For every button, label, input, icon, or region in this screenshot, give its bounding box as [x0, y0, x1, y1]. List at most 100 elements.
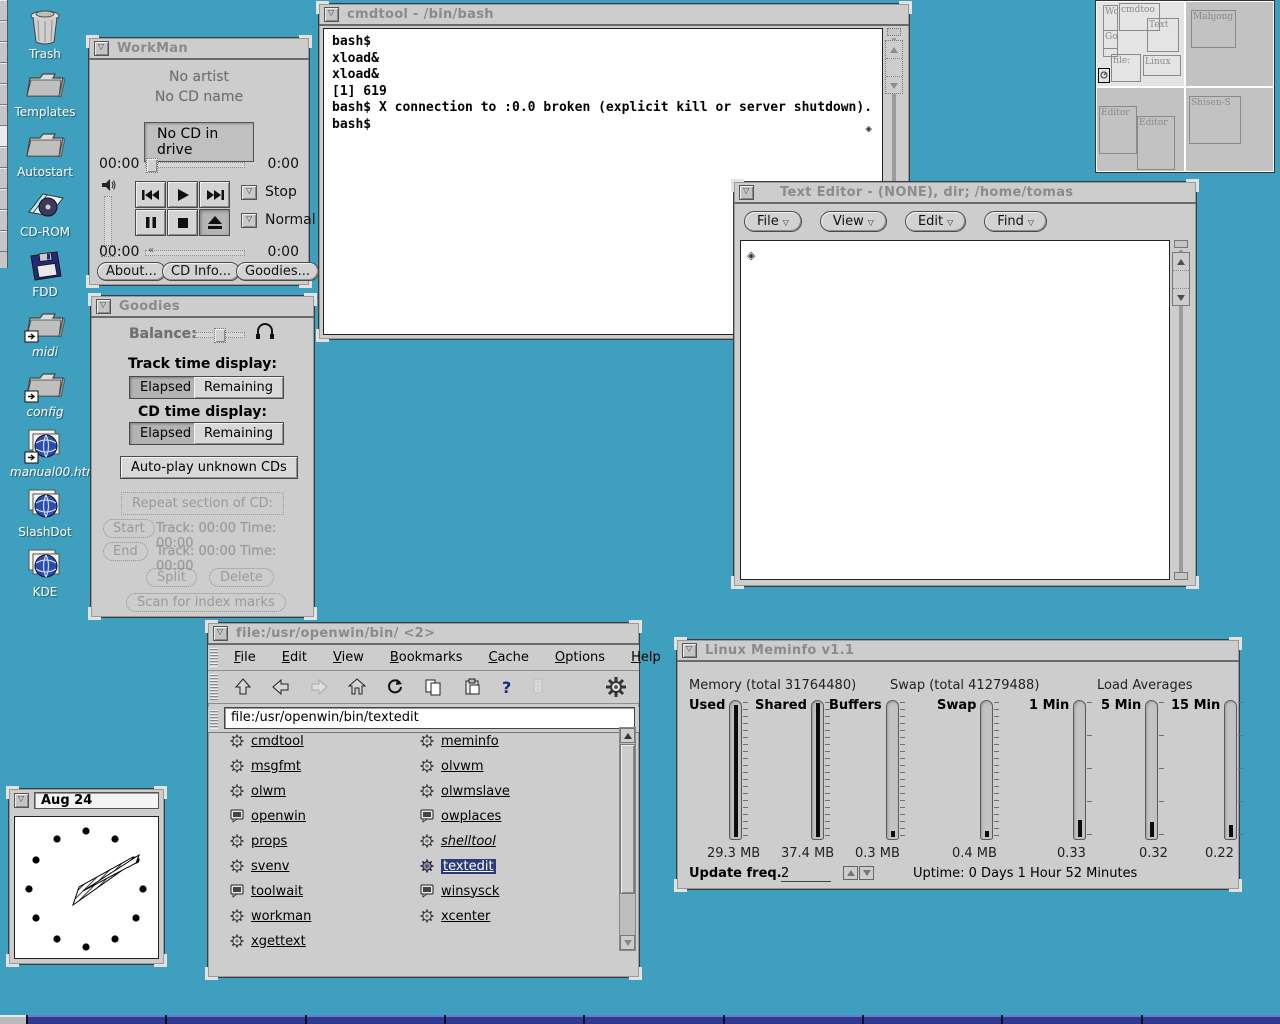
pager-window[interactable]: Mahjong	[1191, 10, 1236, 48]
window-menu-button[interactable]	[682, 643, 697, 658]
pager-desktop-4[interactable]: Shisen-S	[1186, 88, 1273, 172]
resize-corner[interactable]	[674, 879, 687, 892]
resize-corner[interactable]	[304, 607, 317, 620]
file-item[interactable]: cmdtool	[230, 731, 304, 751]
file-name[interactable]: openwin	[251, 809, 306, 824]
play-mode-menu-button[interactable]	[241, 185, 257, 200]
titlebar[interactable]: WorkMan	[89, 38, 309, 60]
resize-corner[interactable]	[1229, 637, 1242, 650]
file-item[interactable]: svenv	[230, 856, 289, 876]
resize-corner[interactable]	[154, 786, 167, 799]
about-button[interactable]: About...	[97, 262, 166, 281]
titlebar[interactable]: file:/usr/openwin/bin/ <2>	[208, 623, 639, 645]
pager-window[interactable]: Text	[1147, 18, 1179, 52]
file-item[interactable]: meminfo	[420, 731, 499, 751]
speed-menu-button[interactable]	[241, 213, 257, 228]
scan-index-button[interactable]: Scan for index marks	[126, 593, 286, 612]
file-name[interactable]: svenv	[251, 859, 289, 874]
panel-segment[interactable]	[28, 1015, 165, 1024]
track-position-slider[interactable]	[145, 162, 245, 168]
delete-button[interactable]: Delete	[209, 568, 274, 587]
desktop-icon-manual00[interactable]: manual00.html	[10, 426, 80, 479]
file-item-selected[interactable]: textedit	[420, 856, 496, 876]
resize-corner[interactable]	[86, 275, 99, 288]
file-item[interactable]: props	[230, 831, 287, 851]
desktop-icon-templates[interactable]: Templates	[10, 66, 80, 119]
scrollbar-anchor[interactable]	[887, 28, 901, 36]
cd-remaining-button[interactable]: Remaining	[194, 422, 284, 445]
menu-bookmarks[interactable]: Bookmarks	[390, 650, 463, 665]
play-button[interactable]	[167, 181, 198, 208]
panel-segment[interactable]	[0, 1015, 26, 1024]
pager-desktop-2[interactable]: Mahjong	[1186, 2, 1273, 86]
file-name[interactable]: xgettext	[251, 934, 306, 949]
pager-window-clock[interactable]	[1098, 68, 1110, 83]
window-menu-button[interactable]	[739, 185, 754, 200]
virtual-desktop-pager[interactable]: Wo cmdtoo Go Text file: Linux Mahjong Ed…	[1095, 0, 1275, 173]
panel-segment[interactable]	[585, 1015, 722, 1024]
repeat-section-button[interactable]: Repeat section of CD:	[121, 492, 284, 515]
panel-segment[interactable]	[725, 1015, 862, 1024]
copy-icon[interactable]	[424, 678, 444, 696]
pager-desktop-3[interactable]: Editor Editor	[1097, 88, 1184, 172]
panel-segment[interactable]	[167, 1015, 304, 1024]
menu-cache[interactable]: Cache	[488, 650, 528, 665]
scroll-up-icon[interactable]	[620, 728, 635, 743]
split-button[interactable]: Split	[146, 568, 197, 587]
pager-desktop-1[interactable]: Wo cmdtoo Go Text file: Linux	[1097, 2, 1184, 86]
track-remaining-button[interactable]: Remaining	[194, 376, 284, 399]
file-item[interactable]: shelltool	[420, 831, 496, 851]
scroll-up-icon[interactable]	[886, 41, 902, 59]
back-icon[interactable]	[272, 678, 290, 696]
url-input[interactable]: file:/usr/openwin/bin/textedit	[224, 707, 635, 729]
spin-up-button[interactable]	[843, 866, 858, 880]
desktop-icon-kde[interactable]: KDE	[10, 546, 80, 599]
find-menu-button[interactable]: Find	[984, 211, 1047, 232]
desktop-icon-autostart[interactable]: Autostart	[10, 126, 80, 179]
window-menu-button[interactable]	[324, 7, 339, 22]
file-name[interactable]: winsysck	[441, 884, 499, 899]
home-icon[interactable]	[348, 678, 366, 696]
paste-icon[interactable]	[464, 678, 482, 696]
desktop-icon-slashdot[interactable]: SlashDot	[10, 486, 80, 539]
file-name[interactable]: toolwait	[251, 884, 303, 899]
file-item[interactable]: openwin	[230, 806, 306, 826]
file-name[interactable]: meminfo	[441, 734, 499, 749]
file-item[interactable]: owplaces	[420, 806, 501, 826]
resize-corner[interactable]	[88, 607, 101, 620]
desktop-icon-config[interactable]: config	[10, 366, 80, 419]
update-freq-input[interactable]: 2	[781, 866, 831, 882]
end-button[interactable]: End	[103, 542, 148, 561]
scrollbar-anchor[interactable]	[1174, 572, 1188, 580]
file-item[interactable]: xcenter	[420, 906, 490, 926]
file-name[interactable]: xcenter	[441, 909, 490, 924]
start-button[interactable]: Start	[103, 519, 155, 538]
pager-window[interactable]: file:	[1111, 54, 1141, 82]
spin-down-button[interactable]	[859, 866, 874, 880]
window-menu-button[interactable]	[96, 299, 111, 314]
file-name[interactable]: msgfmt	[251, 759, 301, 774]
file-name[interactable]: olvwm	[441, 759, 484, 774]
goodies-button[interactable]: Goodies...	[236, 262, 319, 281]
resize-corner[interactable]	[304, 293, 317, 306]
desktop-icon-trash[interactable]: Trash	[10, 6, 80, 61]
scroll-down-icon[interactable]	[620, 935, 635, 950]
bottom-panel[interactable]	[0, 1015, 1280, 1024]
file-item[interactable]: olvwm	[420, 756, 484, 776]
pager-window[interactable]: Go	[1103, 30, 1118, 57]
menu-help[interactable]: Help	[631, 650, 661, 665]
titlebar[interactable]: Text Editor - (NONE), dir; /home/tomas	[734, 182, 1196, 204]
resize-corner[interactable]	[629, 620, 642, 633]
up-icon[interactable]	[234, 678, 252, 696]
pager-window[interactable]: Shisen-S	[1189, 96, 1241, 144]
resize-corner[interactable]	[1186, 179, 1199, 192]
eject-button[interactable]	[199, 209, 230, 236]
file-item[interactable]: xgettext	[230, 931, 306, 951]
resize-corner[interactable]	[299, 35, 312, 48]
window-menu-button[interactable]	[14, 793, 29, 808]
file-item[interactable]: olwm	[230, 781, 286, 801]
toolbar-grip[interactable]	[210, 674, 218, 700]
desktop-icon-midi[interactable]: midi	[10, 306, 80, 359]
panel-segment[interactable]	[864, 1015, 1001, 1024]
view-menu-button[interactable]: View	[820, 211, 887, 232]
